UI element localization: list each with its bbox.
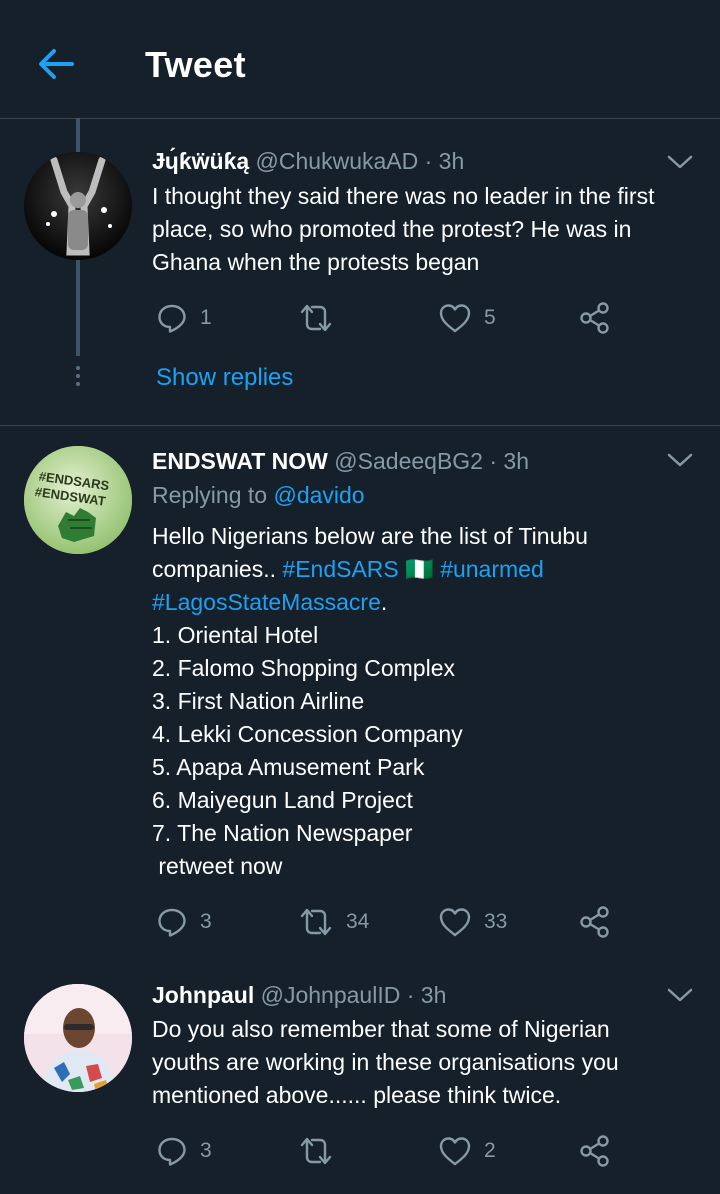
display-name[interactable]: ENDSWAT NOW bbox=[152, 448, 328, 474]
reply-count: 3 bbox=[200, 1139, 212, 1162]
chevron-down-icon[interactable] bbox=[666, 152, 694, 172]
list-item: 5. Apapa Amusement Park bbox=[152, 754, 425, 780]
tweet-text-line: companies.. #EndSARS 🇳🇬 #unarmed bbox=[152, 553, 712, 586]
share-icon bbox=[580, 1135, 609, 1167]
avatar[interactable] bbox=[24, 152, 132, 260]
like-icon bbox=[439, 304, 471, 333]
reply-icon bbox=[158, 304, 186, 333]
retweet-icon bbox=[300, 1137, 332, 1165]
retweet-button[interactable] bbox=[298, 1133, 346, 1169]
flag-emoji: 🇳🇬 bbox=[405, 556, 434, 582]
like-icon bbox=[439, 1137, 471, 1166]
tweet-header: Johnpaul @JohnpaulID · 3h bbox=[152, 982, 446, 1009]
reply-icon bbox=[158, 1137, 186, 1166]
hashtag-lagosstatemassacre[interactable]: #LagosStateMassacre bbox=[152, 589, 381, 615]
like-button[interactable]: 33 bbox=[438, 904, 507, 940]
tweet-text: Hello Nigerians below are the list of Ti… bbox=[152, 520, 712, 883]
like-count: 5 bbox=[484, 306, 496, 329]
replying-to-user[interactable]: @davido bbox=[273, 482, 364, 508]
retweet-count: 34 bbox=[346, 910, 370, 933]
share-button[interactable] bbox=[578, 300, 612, 336]
user-handle[interactable]: @SadeeqBG2 bbox=[334, 448, 483, 474]
like-button[interactable]: 2 bbox=[438, 1133, 496, 1169]
list-item: 3. First Nation Airline bbox=[152, 688, 365, 714]
retweet-icon bbox=[300, 908, 332, 936]
hashtag-endsars[interactable]: #EndSARS bbox=[282, 556, 398, 582]
timestamp: · 3h bbox=[424, 148, 465, 174]
tweet-text-line: Hello Nigerians below are the list of Ti… bbox=[152, 523, 588, 549]
tweet-text-line: youths are working in these organisation… bbox=[152, 1049, 619, 1075]
list-item: 1. Oriental Hotel bbox=[152, 622, 319, 648]
tweet-header: Ɉɥ́ƙẅüƙą @ChukwukaAD · 3h bbox=[152, 148, 464, 175]
reply-count: 1 bbox=[200, 306, 212, 329]
chevron-down-icon[interactable] bbox=[666, 450, 694, 470]
reply-icon bbox=[158, 908, 186, 937]
retweet-button[interactable]: 34 bbox=[298, 904, 369, 940]
show-replies-link[interactable]: Show replies bbox=[156, 364, 293, 392]
retweet-button[interactable] bbox=[298, 300, 346, 336]
page-title: Tweet bbox=[145, 44, 246, 85]
tweet-text-line: retweet now bbox=[152, 853, 283, 879]
replying-to: Replying to @davido bbox=[152, 482, 365, 509]
share-icon bbox=[580, 302, 609, 334]
tweet-text-line: I thought they said there was no leader … bbox=[152, 183, 655, 209]
tweet-text-line: #LagosStateMassacre. bbox=[152, 586, 712, 619]
reply-count: 3 bbox=[200, 910, 212, 933]
timestamp: · 3h bbox=[406, 982, 447, 1008]
chevron-down-icon[interactable] bbox=[666, 985, 694, 1005]
back-arrow-icon[interactable] bbox=[36, 44, 76, 84]
top-bar: Tweet bbox=[0, 0, 720, 118]
tweet-text-line: Ghana when the protests began bbox=[152, 249, 480, 275]
avatar[interactable]: #ENDSARS #ENDSWAT bbox=[24, 446, 132, 554]
like-count: 2 bbox=[484, 1139, 496, 1162]
share-button[interactable] bbox=[578, 904, 612, 940]
reply-button[interactable]: 1 bbox=[156, 300, 212, 336]
retweet-icon bbox=[300, 304, 332, 332]
tweet-text: Do you also remember that some of Nigeri… bbox=[152, 1013, 712, 1112]
share-icon bbox=[580, 906, 609, 938]
list-item: 4. Lekki Concession Company bbox=[152, 721, 463, 747]
tweet-divider bbox=[0, 425, 720, 426]
reply-button[interactable]: 3 bbox=[156, 904, 212, 940]
display-name[interactable]: Johnpaul bbox=[152, 982, 254, 1008]
tweet-text-span: . bbox=[380, 589, 388, 615]
thread-ellipsis-icon bbox=[74, 366, 82, 390]
like-count: 33 bbox=[484, 910, 508, 933]
tweet-text-span: companies.. bbox=[152, 556, 277, 582]
user-handle[interactable]: @ChukwukaAD bbox=[256, 148, 419, 174]
list-item: 2. Falomo Shopping Complex bbox=[152, 655, 455, 681]
list-item: 7. The Nation Newspaper bbox=[152, 820, 413, 846]
tweet-header: ENDSWAT NOW @SadeeqBG2 · 3h bbox=[152, 448, 529, 475]
like-button[interactable]: 5 bbox=[438, 300, 496, 336]
like-icon bbox=[439, 908, 471, 937]
header-divider bbox=[0, 118, 720, 119]
tweet-text: I thought they said there was no leader … bbox=[152, 180, 712, 279]
tweet-text-line: mentioned above...... please think twice… bbox=[152, 1082, 562, 1108]
display-name[interactable]: Ɉɥ́ƙẅüƙą bbox=[152, 148, 249, 174]
share-button[interactable] bbox=[578, 1133, 612, 1169]
user-handle[interactable]: @JohnpaulID bbox=[261, 982, 401, 1008]
tweet-text-line: Do you also remember that some of Nigeri… bbox=[152, 1016, 610, 1042]
hashtag-unarmed[interactable]: #unarmed bbox=[440, 556, 544, 582]
reply-button[interactable]: 3 bbox=[156, 1133, 212, 1169]
tweet-text-line: place, so who promoted the protest? He w… bbox=[152, 216, 632, 242]
timestamp: · 3h bbox=[489, 448, 529, 474]
list-item: 6. Maiyegun Land Project bbox=[152, 787, 413, 813]
avatar[interactable] bbox=[24, 984, 132, 1092]
replying-to-label: Replying to bbox=[152, 482, 268, 508]
